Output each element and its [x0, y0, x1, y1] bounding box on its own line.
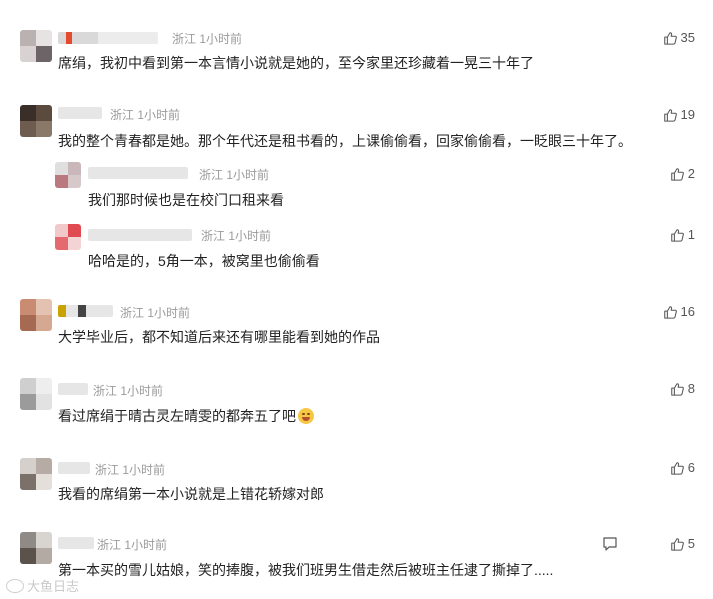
avatar[interactable] — [55, 162, 81, 188]
comment-item: 浙江 1小时前 席绢，我初中看到第一本言情小说就是她的，至今家里还珍藏着一晃三十… — [0, 0, 713, 90]
comment-meta: 浙江 1小时前 — [201, 229, 272, 243]
thumbs-up-icon — [663, 31, 677, 45]
comment-meta: 浙江 1小时前 — [172, 32, 243, 46]
like-button[interactable]: 2 — [670, 166, 695, 181]
avatar[interactable] — [20, 30, 52, 62]
comment-meta: 浙江 1小时前 — [95, 463, 166, 477]
comment-meta: 浙江 1小时前 — [120, 306, 191, 320]
avatar[interactable] — [20, 105, 52, 137]
comment-item: 浙江 1小时前 我看的席绢第一本小说就是上错花轿嫁对郎 6 — [0, 452, 713, 512]
like-count: 1 — [687, 227, 695, 242]
like-count: 2 — [687, 166, 695, 181]
username[interactable] — [58, 305, 113, 317]
thumbs-up-icon — [670, 228, 684, 242]
username[interactable] — [58, 537, 94, 549]
comment-text: 哈哈是的，5角一本，被窝里也偷偷看 — [88, 253, 320, 269]
comment-text: 我看的席绢第一本小说就是上错花轿嫁对郎 — [58, 486, 324, 502]
comment-text: 席绢，我初中看到第一本言情小说就是她的，至今家里还珍藏着一晃三十年了 — [58, 55, 534, 71]
thumbs-up-icon — [670, 537, 684, 551]
username[interactable] — [88, 229, 192, 241]
comment-meta: 浙江 1小时前 — [93, 384, 164, 398]
like-count: 16 — [680, 304, 695, 319]
comment-meta: 浙江 1小时前 — [199, 168, 270, 182]
comment-item: 浙江 1小时前 我的整个青春都是她。那个年代还是租书看的，上课偷偷看，回家偷偷看… — [0, 95, 713, 155]
like-button[interactable]: 6 — [670, 460, 695, 475]
like-button[interactable]: 19 — [663, 107, 695, 122]
thumbs-up-icon — [663, 305, 677, 319]
avatar[interactable] — [20, 378, 52, 410]
reply-button[interactable] — [602, 536, 618, 557]
like-button[interactable]: 16 — [663, 304, 695, 319]
thumbs-up-icon — [670, 382, 684, 396]
like-count: 35 — [680, 30, 695, 45]
avatar[interactable] — [20, 299, 52, 331]
username[interactable] — [58, 462, 90, 474]
watermark-logo-icon — [6, 578, 24, 593]
laughing-emoji-icon — [298, 408, 314, 424]
comment-text: 第一本买的雪儿姑娘，笑的捧腹，被我们班男生借走然后被班主任逮了撕掉了..... — [58, 562, 554, 578]
comment-text: 看过席绢于晴古灵左晴雯的都奔五了吧 — [58, 406, 314, 426]
comment-text: 我们那时候也是在校门口租来看 — [88, 192, 284, 208]
comment-text: 大学毕业后，都不知道后来还有哪里能看到她的作品 — [58, 329, 380, 345]
thumbs-up-icon — [663, 108, 677, 122]
username[interactable] — [58, 32, 158, 44]
reply-item: 浙江 1小时前 哈哈是的，5角一本，被窝里也偷偷看 1 — [0, 222, 713, 277]
avatar[interactable] — [20, 458, 52, 490]
like-button[interactable]: 1 — [670, 227, 695, 242]
comment-text-content: 看过席绢于晴古灵左晴雯的都奔五了吧 — [58, 408, 296, 424]
avatar[interactable] — [20, 532, 52, 564]
reply-item: 浙江 1小时前 我们那时候也是在校门口租来看 2 — [0, 160, 713, 215]
username[interactable] — [58, 107, 102, 119]
reply-icon — [603, 537, 617, 551]
comment-item: 浙江 1小时前 看过席绢于晴古灵左晴雯的都奔五了吧 8 — [0, 372, 713, 432]
like-button[interactable]: 5 — [670, 536, 695, 551]
comment-meta: 浙江 1小时前 — [110, 108, 181, 122]
like-count: 19 — [680, 107, 695, 122]
comment-meta: 浙江 1小时前 — [97, 538, 168, 552]
thumbs-up-icon — [670, 167, 684, 181]
watermark: 大鱼日志 — [6, 576, 79, 595]
like-button[interactable]: 35 — [663, 30, 695, 45]
username[interactable] — [58, 383, 88, 395]
thumbs-up-icon — [670, 461, 684, 475]
comment-item: 浙江 1小时前 第一本买的雪儿姑娘，笑的捧腹，被我们班男生借走然后被班主任逮了撕… — [0, 528, 713, 599]
comment-item: 浙江 1小时前 大学毕业后，都不知道后来还有哪里能看到她的作品 16 — [0, 295, 713, 355]
watermark-text: 大鱼日志 — [27, 579, 80, 594]
like-button[interactable]: 8 — [670, 381, 695, 396]
like-count: 8 — [687, 381, 695, 396]
comment-text: 我的整个青春都是她。那个年代还是租书看的，上课偷偷看，回家偷偷看，一眨眼三十年了… — [58, 133, 632, 149]
username[interactable] — [88, 167, 188, 179]
like-count: 5 — [687, 536, 695, 551]
avatar[interactable] — [55, 224, 81, 250]
like-count: 6 — [687, 460, 695, 475]
